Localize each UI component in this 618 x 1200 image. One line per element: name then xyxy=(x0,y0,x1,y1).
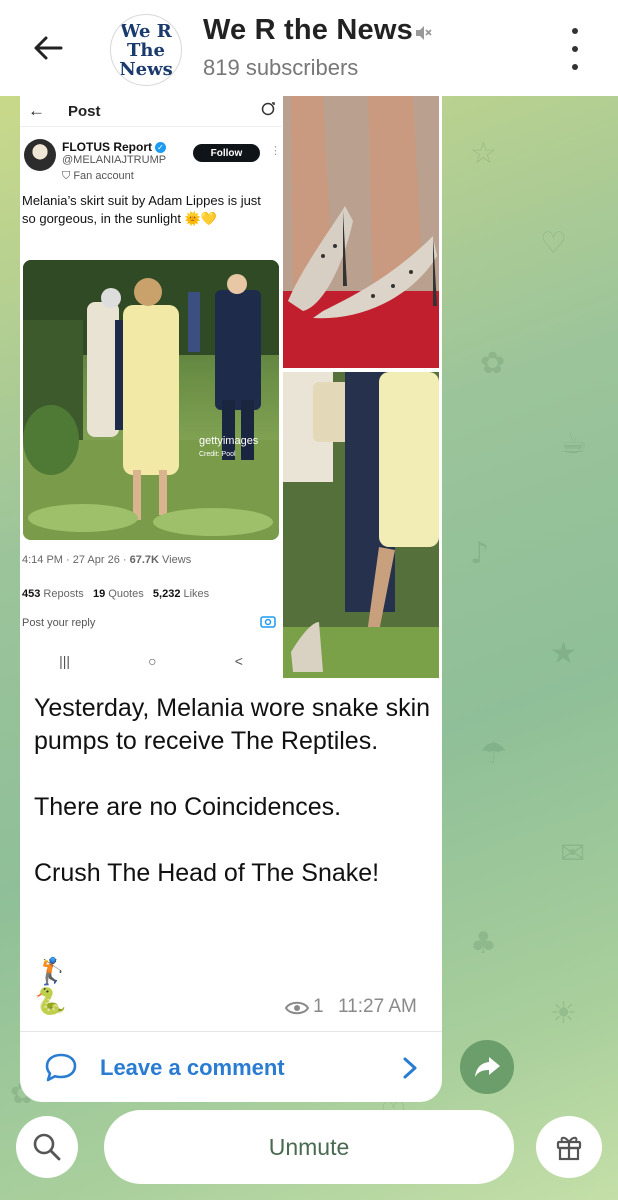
leave-comment-label: Leave a comment xyxy=(100,1055,285,1080)
android-nav-bar: ||| ○ < xyxy=(20,641,282,681)
tweet-fan-account-label: ⛉ Fan account xyxy=(62,170,134,182)
avatar-line-3: News xyxy=(119,58,173,80)
search-button[interactable] xyxy=(16,1116,78,1178)
tweet-likes-count: 5,232 xyxy=(152,588,181,600)
avatar-line-2: The xyxy=(127,39,165,61)
leave-comment-button[interactable]: Leave a comment xyxy=(20,1032,442,1102)
tweet-follow-button: Follow xyxy=(193,144,260,162)
tweet-screenshot-image[interactable]: ← Post FLOTUS Report ✓ @MELANIAJTRUMP ⛉ F… xyxy=(20,96,282,678)
tweet-refresh-icon xyxy=(261,102,275,116)
menu-dot xyxy=(572,46,578,52)
snake-emoji: 🐍 xyxy=(34,986,67,1016)
tweet-quotes-count: 19 xyxy=(92,588,106,600)
comment-bubble-icon xyxy=(45,1053,77,1082)
walking-closeup-photo[interactable] xyxy=(283,372,439,678)
share-arrow-icon xyxy=(475,1057,500,1077)
nav-back-icon: < xyxy=(234,653,243,669)
tweet-top-bar: ← Post xyxy=(20,96,282,127)
tweet-reply-placeholder: Post your reply xyxy=(22,617,96,629)
walk-scene xyxy=(283,372,439,678)
tweet-more-icon: ⋮ xyxy=(270,145,281,157)
verified-badge-icon: ✓ xyxy=(155,142,166,154)
avatar-line-1: We R xyxy=(120,20,172,42)
tweet-author-name-text: FLOTUS Report xyxy=(62,140,152,154)
tweet-text: Melania’s skirt suit by Adam Lippes is j… xyxy=(22,193,261,226)
tweet-author-handle: @MELANIAJTRUMP xyxy=(62,154,167,166)
tweet-photo: gettyimages Credit: Pool xyxy=(23,260,279,540)
getty-watermark: gettyimages xyxy=(199,435,259,447)
tweet-likes-label: Likes xyxy=(183,588,210,600)
tweet-time: 4:14 PM xyxy=(22,554,63,566)
tweet-quotes-label: Quotes xyxy=(108,588,144,600)
channel-header: We R The News We R the News 819 subscrib… xyxy=(0,0,618,96)
back-arrow-icon xyxy=(34,36,63,60)
share-button[interactable] xyxy=(460,1040,514,1094)
gift-button[interactable] xyxy=(536,1116,602,1178)
channel-title[interactable]: We R the News xyxy=(203,14,413,47)
golfer-emoji: 🏌 xyxy=(36,956,69,986)
channel-avatar[interactable]: We R The News xyxy=(110,14,182,86)
tweet-reposts-label: Reposts xyxy=(43,588,84,600)
snakeskin-shoes-photo[interactable] xyxy=(283,96,439,368)
tweet-fan-text: Fan account xyxy=(73,170,134,182)
subscriber-count: 819 subscribers xyxy=(203,55,359,80)
tweet-back-arrow-icon: ← xyxy=(28,101,45,120)
tweet-photo-scene: gettyimages Credit: Pool xyxy=(23,260,279,540)
message-media-album[interactable]: ← Post FLOTUS Report ✓ @MELANIAJTRUMP ⛉ F… xyxy=(20,96,442,681)
tweet-views-count: 67.7K xyxy=(129,554,159,566)
message-time: 11:27 AM xyxy=(338,996,417,1017)
tweet-reposts-count: 453 xyxy=(22,588,41,600)
tweet-date: 27 Apr 26 xyxy=(72,554,120,566)
chevron-right-icon xyxy=(403,1057,417,1079)
tweet-author-avatar xyxy=(24,139,56,171)
tweet-views-label: Views xyxy=(162,554,192,566)
channel-message[interactable]: ← Post FLOTUS Report ✓ @MELANIAJTRUMP ⛉ F… xyxy=(20,96,442,1102)
tweet-screen-title: Post xyxy=(68,103,101,120)
message-text: Yesterday, Melania wore snake skin pumps… xyxy=(34,694,431,887)
search-icon xyxy=(33,1133,61,1161)
unmute-button[interactable]: Unmute xyxy=(104,1110,514,1184)
shoes-scene xyxy=(283,96,439,368)
more-vertical-icon xyxy=(572,28,578,34)
mute-icon xyxy=(416,26,432,40)
eye-icon xyxy=(285,1001,309,1015)
tweet-author-name: FLOTUS Report ✓ xyxy=(62,140,166,154)
tweet-camera-icon xyxy=(260,616,276,628)
more-options-button[interactable] xyxy=(560,28,590,70)
menu-dot xyxy=(572,64,578,70)
getty-credit: Credit: Pool xyxy=(199,451,236,458)
nav-home-icon: ○ xyxy=(148,653,157,669)
tweet-meta: 4:14 PM · 27 Apr 26 · 67.7K Views xyxy=(22,554,192,566)
nav-recent-icon: ||| xyxy=(59,653,70,669)
gift-icon xyxy=(556,1136,582,1161)
view-count: 1 xyxy=(313,996,324,1017)
tweet-stats: 453 Reposts 19 Quotes 5,232 Likes xyxy=(22,588,209,600)
back-button[interactable] xyxy=(28,30,68,66)
